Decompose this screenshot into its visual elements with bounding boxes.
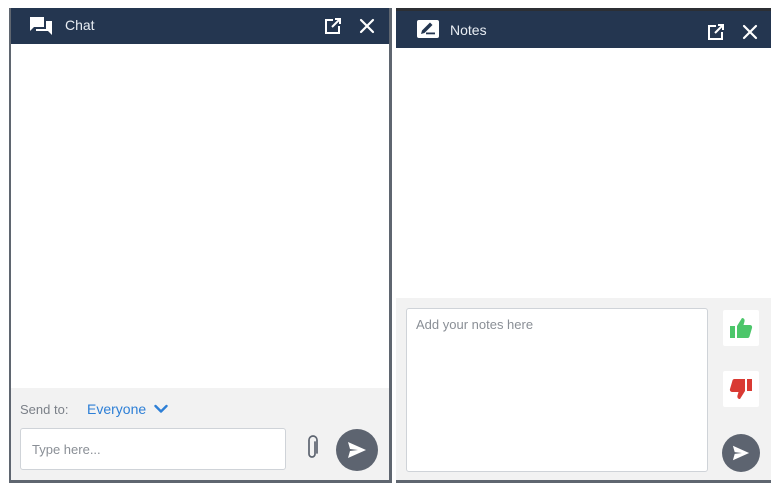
send-to-label: Send to: — [20, 402, 69, 417]
notes-input[interactable] — [406, 308, 708, 472]
chat-message-input[interactable] — [20, 428, 286, 470]
notes-send-button[interactable] — [722, 434, 760, 472]
chat-send-button[interactable] — [336, 429, 378, 471]
thumbs-up-button[interactable] — [723, 310, 759, 346]
notes-footer — [396, 298, 771, 480]
close-icon[interactable] — [741, 23, 759, 41]
recipient-dropdown[interactable]: Everyone — [87, 400, 168, 418]
notes-title: Notes — [450, 22, 487, 38]
thumbs-down-button[interactable] — [723, 371, 759, 407]
notes-edit-icon — [417, 20, 439, 38]
notes-panel: Notes — [396, 8, 771, 483]
popout-icon[interactable] — [324, 17, 342, 35]
recipient-value: Everyone — [87, 401, 147, 417]
chat-panel: Chat Send to: Everyone — [9, 8, 392, 483]
chat-title: Chat — [65, 17, 95, 33]
chevron-down-icon — [154, 404, 168, 413]
chat-bubbles-icon — [30, 17, 52, 35]
chat-header: Chat — [11, 8, 389, 44]
thumbs-down-icon — [729, 379, 752, 399]
paperclip-icon[interactable] — [304, 435, 320, 461]
send-icon — [732, 445, 750, 461]
notes-content-area — [396, 48, 771, 298]
notes-header: Notes — [396, 11, 771, 48]
thumbs-up-icon — [730, 318, 753, 338]
close-icon[interactable] — [358, 17, 376, 35]
send-icon — [348, 442, 366, 458]
chat-footer: Send to: Everyone — [11, 388, 389, 480]
popout-icon[interactable] — [707, 23, 725, 41]
chat-message-area[interactable] — [11, 44, 389, 388]
